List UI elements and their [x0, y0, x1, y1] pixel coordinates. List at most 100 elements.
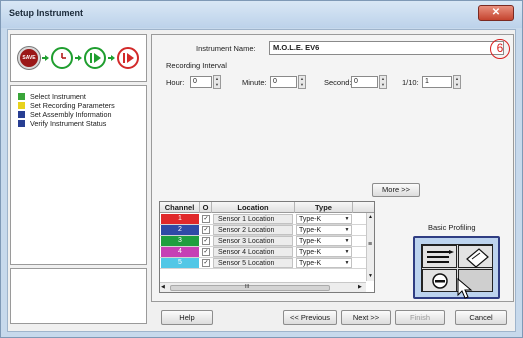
arrow-icon: [75, 55, 82, 61]
column-header[interactable]: Type: [295, 202, 353, 213]
thumb-grip-icon: III: [245, 284, 250, 290]
spin-up-icon: ▲: [455, 76, 459, 81]
enabled-checkbox[interactable]: ✓: [202, 237, 210, 245]
channel-cell: 3: [161, 236, 199, 246]
column-header[interactable]: Channel: [160, 202, 200, 213]
basic-profiling-label: Basic Profiling: [428, 223, 476, 232]
spin-down-icon: ▼: [215, 82, 219, 87]
enabled-checkbox[interactable]: ✓: [202, 248, 210, 256]
channel-cell: 5: [161, 258, 199, 268]
step-item: Select Instrument: [18, 92, 146, 101]
spin-up-icon: ▲: [381, 76, 385, 81]
steps-list: Select Instrument Set Recording Paramete…: [10, 85, 147, 265]
step-label: Select Instrument: [30, 92, 86, 101]
dialog-body: SAVE Select Instrument Set Recording Par…: [7, 29, 516, 332]
settings-panel: Instrument Name: M.O.L.E. EV6 6 Recordin…: [151, 34, 514, 302]
channel-table: Channel O Location Type 1 ✓ Sensor 1 Loc…: [159, 201, 375, 293]
table-row[interactable]: 5 ✓ Sensor 5 Location Type-K ▼: [160, 258, 366, 269]
table-row[interactable]: 4 ✓ Sensor 4 Location Type-K ▼: [160, 247, 366, 258]
tenth-label: 1/10:: [402, 78, 419, 87]
table-header: Channel O Location Type: [160, 202, 374, 213]
spin-up-icon: ▲: [215, 76, 219, 81]
basic-profiling-button[interactable]: [413, 236, 500, 299]
tag-icon: [458, 245, 493, 268]
location-cell[interactable]: Sensor 2 Location: [213, 225, 293, 235]
column-header[interactable]: O: [200, 202, 212, 213]
step-status-icon: [18, 93, 25, 100]
tenth-spinner[interactable]: ▲ ▼: [453, 75, 461, 89]
channel-cell: 1: [161, 214, 199, 224]
dropdown-arrow-icon[interactable]: ▼: [342, 247, 352, 257]
scroll-up-icon[interactable]: ▲: [368, 214, 373, 220]
scroll-thumb[interactable]: III: [170, 284, 330, 291]
scroll-grip-icon[interactable]: ≡: [368, 241, 372, 248]
dropdown-arrow-icon[interactable]: ▼: [342, 225, 352, 235]
tenth-input[interactable]: 1: [422, 76, 452, 88]
list-lines-icon: [422, 245, 457, 268]
location-cell[interactable]: Sensor 1 Location: [213, 214, 293, 224]
table-row[interactable]: 3 ✓ Sensor 3 Location Type-K ▼: [160, 236, 366, 247]
button-bar: Help << Previous Next >> Finish Cancel: [151, 306, 514, 328]
enabled-checkbox[interactable]: ✓: [202, 259, 210, 267]
enabled-checkbox[interactable]: ✓: [202, 226, 210, 234]
close-button[interactable]: ✕: [478, 5, 514, 21]
previous-button[interactable]: << Previous: [283, 310, 337, 325]
enabled-checkbox[interactable]: ✓: [202, 215, 210, 223]
save-icon: SAVE: [18, 47, 40, 69]
mouse-cursor-icon: [457, 278, 473, 299]
second-label: Second:: [324, 78, 352, 87]
step-item: Set Recording Parameters: [18, 101, 146, 110]
spin-down-icon: ▼: [300, 82, 304, 87]
step-status-icon: [18, 102, 25, 109]
dropdown-arrow-icon[interactable]: ▼: [342, 258, 352, 268]
minute-input[interactable]: 0: [270, 76, 297, 88]
window-title: Setup Instrument: [9, 8, 84, 18]
channel-cell: 2: [161, 225, 199, 235]
horizontal-scrollbar[interactable]: ◀ III ▶: [160, 282, 366, 292]
dropdown-arrow-icon[interactable]: ▼: [342, 236, 352, 246]
hour-input[interactable]: 0: [190, 76, 212, 88]
next-button[interactable]: Next >>: [341, 310, 391, 325]
cancel-button[interactable]: Cancel: [455, 310, 507, 325]
minute-spinner[interactable]: ▲ ▼: [298, 75, 306, 89]
left-pane: SAVE Select Instrument Set Recording Par…: [10, 34, 147, 324]
hour-spinner[interactable]: ▲ ▼: [213, 75, 221, 89]
recording-interval-label: Recording Interval: [166, 61, 227, 70]
instrument-name-input[interactable]: M.O.L.E. EV6: [269, 41, 504, 55]
scroll-right-icon[interactable]: ▶: [358, 284, 362, 290]
location-cell[interactable]: Sensor 3 Location: [213, 236, 293, 246]
second-spinner[interactable]: ▲ ▼: [379, 75, 387, 89]
play-record-icon: [84, 47, 106, 69]
location-cell[interactable]: Sensor 4 Location: [213, 247, 293, 257]
left-info-panel: [10, 268, 147, 324]
step-label: Verify Instrument Status: [30, 119, 107, 128]
title-bar: Setup Instrument ✕: [1, 1, 522, 28]
vertical-scrollbar[interactable]: ▲ ≡ ▼: [366, 213, 374, 281]
spin-down-icon: ▼: [381, 82, 385, 87]
step-number-badge: 6: [490, 39, 510, 59]
help-button[interactable]: Help: [161, 310, 213, 325]
arrow-icon: [42, 55, 49, 61]
step-label: Set Assembly Information: [30, 110, 112, 119]
step-status-icon: [18, 120, 25, 127]
finish-button[interactable]: Finish: [395, 310, 445, 325]
setup-instrument-window: Setup Instrument ✕ SAVE Select Instrumen…: [0, 0, 523, 338]
table-row[interactable]: 1 ✓ Sensor 1 Location Type-K ▼: [160, 214, 366, 225]
column-header[interactable]: Location: [212, 202, 295, 213]
scroll-left-icon[interactable]: ◀: [161, 284, 165, 290]
location-cell[interactable]: Sensor 5 Location: [213, 258, 293, 268]
minute-label: Minute:: [242, 78, 267, 87]
step-label: Set Recording Parameters: [30, 101, 115, 110]
clock-icon: [51, 47, 73, 69]
spin-up-icon: ▲: [300, 76, 304, 81]
more-button[interactable]: More >>: [372, 183, 420, 197]
second-input[interactable]: 0: [351, 76, 378, 88]
step-item: Verify Instrument Status: [18, 119, 146, 128]
step-item: Set Assembly Information: [18, 110, 146, 119]
spin-down-icon: ▼: [455, 82, 459, 87]
scroll-down-icon[interactable]: ▼: [368, 273, 373, 279]
arrow-icon: [108, 55, 115, 61]
table-row[interactable]: 2 ✓ Sensor 2 Location Type-K ▼: [160, 225, 366, 236]
dropdown-arrow-icon[interactable]: ▼: [342, 214, 352, 224]
save-icon-label: SAVE: [22, 55, 36, 61]
